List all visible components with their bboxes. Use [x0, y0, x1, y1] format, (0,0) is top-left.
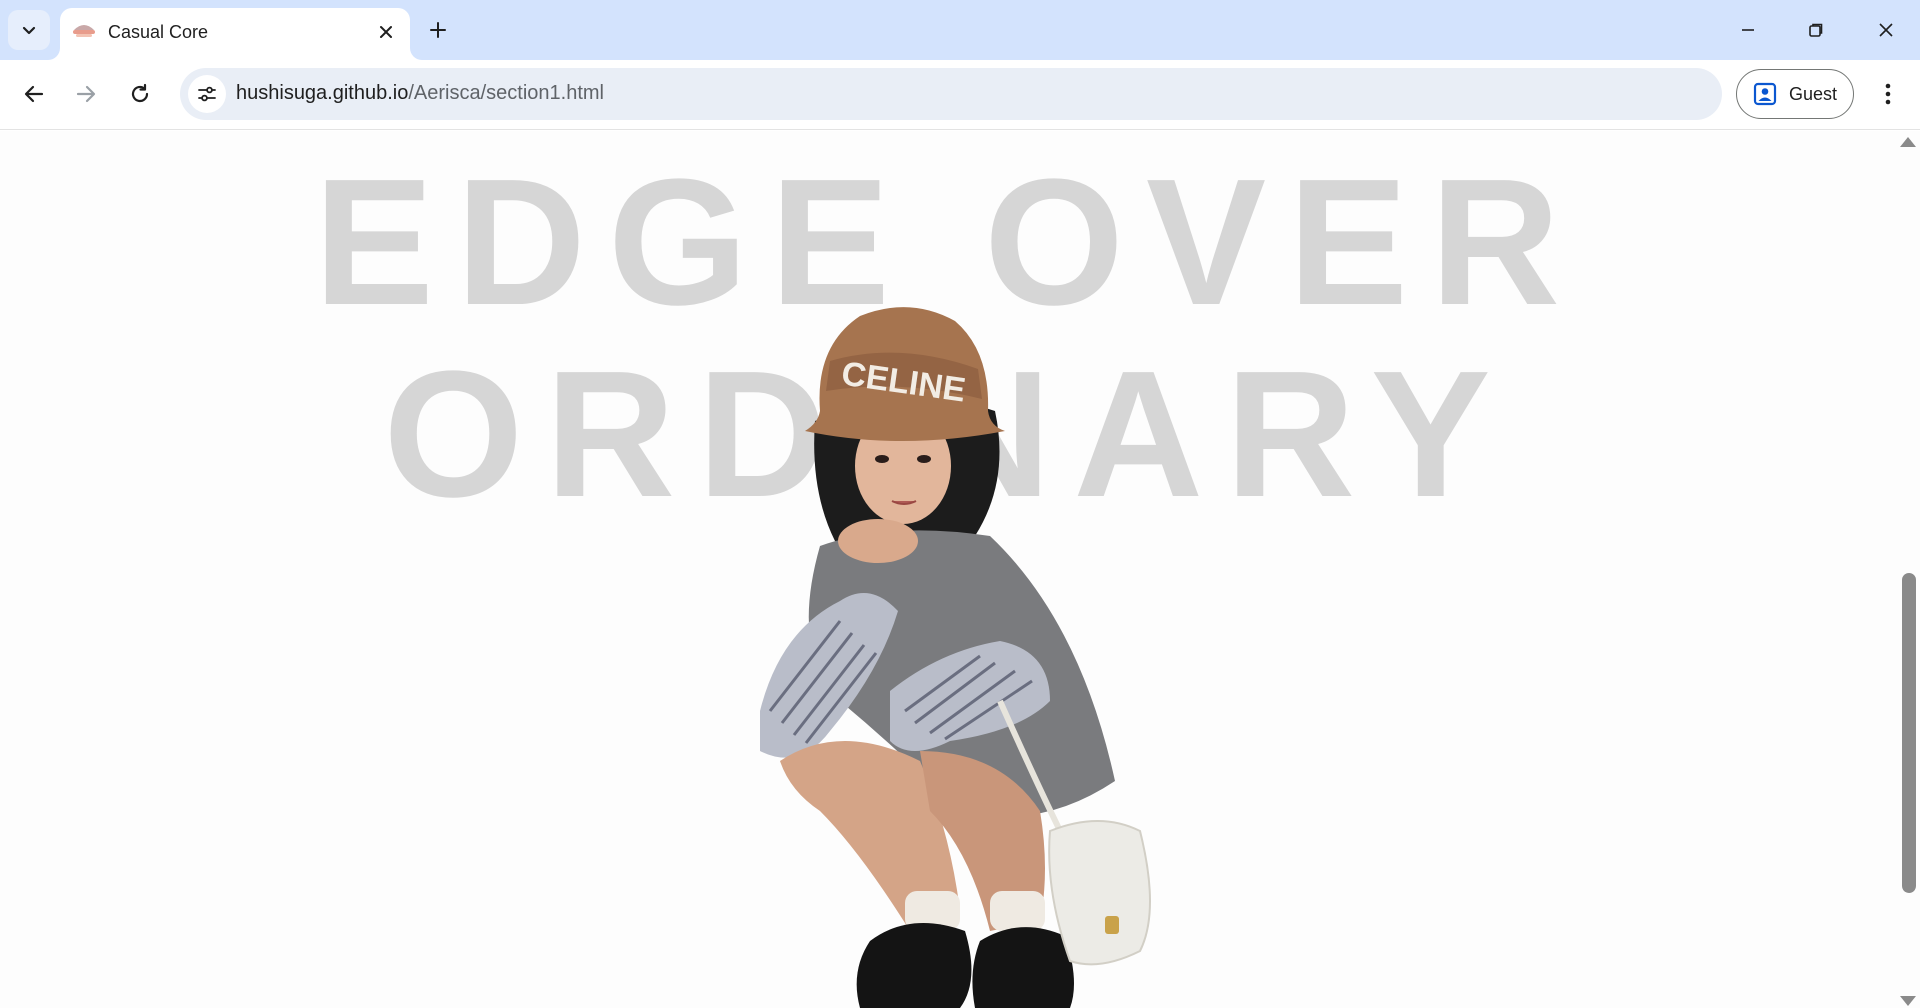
profile-icon [1753, 82, 1777, 106]
active-tab[interactable]: Casual Core [60, 8, 410, 60]
site-settings-icon [198, 86, 216, 102]
tab-search-icon [22, 26, 36, 35]
scroll-up-arrow[interactable] [1900, 137, 1916, 147]
window-close-icon [1879, 23, 1893, 37]
plus-icon [430, 22, 446, 38]
browser-menu-button[interactable] [1866, 72, 1910, 116]
url-path: /Aerisca/section1.html [408, 82, 604, 104]
back-arrow-icon [24, 85, 44, 103]
restore-icon [1809, 23, 1823, 37]
url-host: hushisuga.github.io [236, 82, 409, 104]
forward-button[interactable] [64, 72, 108, 116]
favicon-icon [73, 25, 95, 37]
site-info-button[interactable] [188, 75, 226, 113]
tab-close-button[interactable] [372, 18, 400, 46]
close-icon [380, 26, 392, 38]
vertical-scrollbar[interactable] [1896, 131, 1920, 1008]
profile-label: Guest [1789, 83, 1838, 104]
back-button[interactable] [12, 72, 56, 116]
reload-icon [131, 83, 149, 103]
browser-toolbar: hushisuga.github.io/Aerisca/section1.htm… [0, 60, 1920, 130]
tab-search-button[interactable] [8, 10, 50, 50]
restore-button[interactable] [1782, 0, 1850, 60]
profile-button[interactable]: Guest [1736, 69, 1854, 119]
url-text[interactable]: hushisuga.github.io/Aerisca/section1.htm… [236, 82, 604, 105]
title-bar: Casual Core [0, 0, 1920, 60]
page-viewport: EDGE OVER ORDINARY CELINE [0, 131, 1920, 1008]
tab-title: Casual Core [108, 22, 209, 42]
window-close-button[interactable] [1852, 0, 1920, 60]
forward-arrow-icon [76, 85, 96, 103]
scroll-thumb[interactable] [1902, 573, 1916, 893]
new-tab-button[interactable] [420, 12, 456, 48]
model-photo: CELINE [760, 307, 1151, 1008]
minimize-icon [1742, 29, 1754, 31]
minimize-button[interactable] [1714, 0, 1782, 60]
scroll-down-arrow[interactable] [1900, 996, 1916, 1006]
kebab-menu-icon [1885, 83, 1891, 105]
address-bar[interactable]: hushisuga.github.io/Aerisca/section1.htm… [180, 68, 1722, 120]
reload-button[interactable] [118, 72, 162, 116]
